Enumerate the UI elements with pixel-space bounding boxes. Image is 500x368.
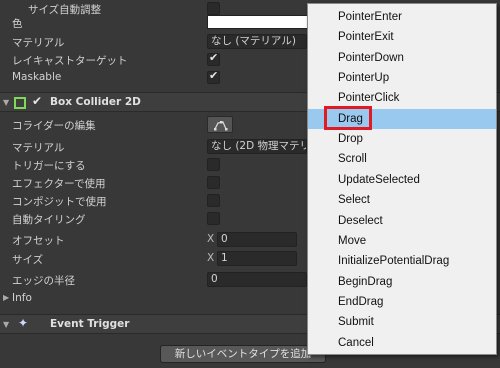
is-trigger-checkbox[interactable] xyxy=(207,158,220,171)
edge-radius-label: エッジの半径 xyxy=(12,275,75,287)
event-trigger-icon: ✦ xyxy=(18,316,29,330)
material-label: マテリアル xyxy=(12,37,65,49)
used-by-composite-checkbox[interactable] xyxy=(207,194,220,207)
maskable-checkbox[interactable] xyxy=(207,69,220,84)
is-trigger-label: トリガーにする xyxy=(12,160,86,172)
menu-item-begindrag[interactable]: BeginDrag xyxy=(308,272,496,292)
event-trigger-title: Event Trigger xyxy=(50,318,130,330)
size-x-label: X xyxy=(207,252,215,264)
menu-item-deselect[interactable]: Deselect xyxy=(308,211,496,231)
size-x-field[interactable]: 1 xyxy=(217,251,297,266)
used-by-effector-label: エフェクターで使用 xyxy=(12,178,106,190)
menu-item-cancel[interactable]: Cancel xyxy=(308,333,496,353)
size-label: サイズ xyxy=(12,254,44,266)
fold-arrow-icon[interactable]: ▼ xyxy=(3,98,9,107)
enable-checkbox-icon[interactable]: ✔ xyxy=(32,94,42,108)
edit-collider-icon xyxy=(214,121,228,131)
box-collider-title: Box Collider 2D xyxy=(50,96,141,108)
menu-item-pointerdown[interactable]: PointerDown xyxy=(308,48,496,68)
menu-item-initializepotentialdrag[interactable]: InitializePotentialDrag xyxy=(308,251,496,271)
menu-item-updateselected[interactable]: UpdateSelected xyxy=(308,170,496,190)
event-fold-arrow-icon[interactable]: ▼ xyxy=(3,320,9,329)
maskable-label: Maskable xyxy=(12,71,62,83)
used-by-effector-checkbox[interactable] xyxy=(207,176,220,189)
offset-label: オフセット xyxy=(12,235,65,247)
offset-x-label: X xyxy=(207,233,215,245)
menu-item-submit[interactable]: Submit xyxy=(308,312,496,332)
highlight-annotation-box xyxy=(324,106,372,130)
info-label: Info xyxy=(12,292,32,304)
color-label: 色 xyxy=(12,18,23,30)
collider-material-label: マテリアル xyxy=(12,142,65,154)
auto-tiling-label: 自動タイリング xyxy=(12,214,86,226)
raycast-target-label: レイキャストターゲット xyxy=(12,55,128,67)
raycast-target-checkbox[interactable] xyxy=(207,51,220,66)
menu-item-drop[interactable]: Drop xyxy=(308,129,496,149)
add-event-type-button[interactable]: 新しいイベントタイプを追加 xyxy=(160,345,326,363)
collider-material-field[interactable]: なし (2D 物理マテリアル) xyxy=(207,139,307,154)
offset-x-field[interactable]: 0 xyxy=(217,232,297,247)
event-type-menu: PointerEnter PointerExit PointerDown Pointe… xyxy=(307,3,497,355)
menu-item-pointerenter[interactable]: PointerEnter xyxy=(308,7,496,27)
box-collider-icon xyxy=(14,97,26,109)
menu-item-enddrag[interactable]: EndDrag xyxy=(308,292,496,312)
color-swatch[interactable] xyxy=(207,15,317,29)
menu-item-select[interactable]: Select xyxy=(308,190,496,210)
info-fold-icon[interactable]: ▶ xyxy=(3,293,9,302)
edge-radius-field[interactable]: 0 xyxy=(207,272,307,287)
edit-collider-button[interactable] xyxy=(207,116,233,133)
edit-collider-label: コライダーの編集 xyxy=(12,120,96,132)
used-by-composite-label: コンポジットで使用 xyxy=(12,196,107,208)
menu-item-move[interactable]: Move xyxy=(308,231,496,251)
auto-tiling-checkbox[interactable] xyxy=(207,212,220,225)
menu-item-pointerup[interactable]: PointerUp xyxy=(308,68,496,88)
menu-item-pointerexit[interactable]: PointerExit xyxy=(308,27,496,47)
material-field[interactable]: なし (マテリアル) xyxy=(207,34,307,49)
menu-item-scroll[interactable]: Scroll xyxy=(308,149,496,169)
